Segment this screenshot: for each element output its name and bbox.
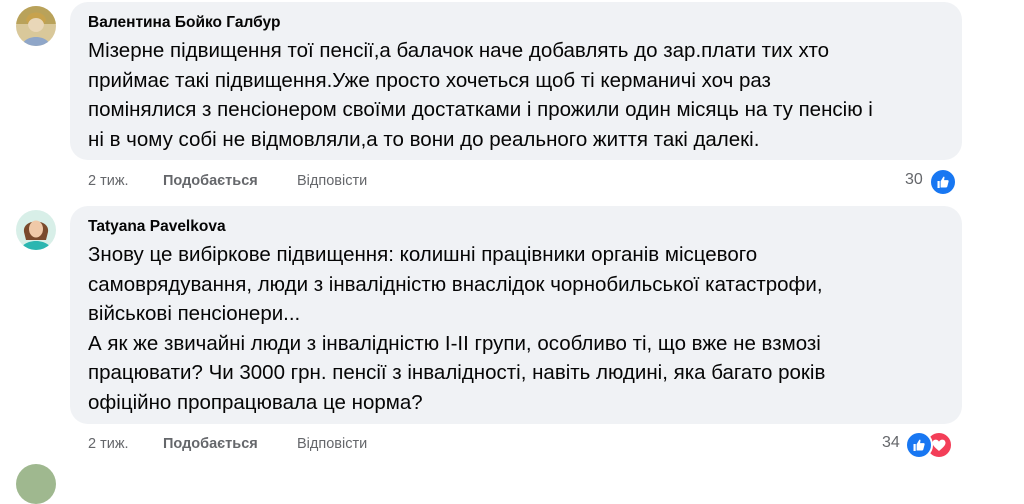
like-reaction-icon [905,431,933,459]
comment-author[interactable]: Валентина Бойко Галбур [88,14,280,32]
like-button[interactable]: Подобається [163,173,258,189]
avatar[interactable] [16,6,56,46]
comment-text: Знову це вибіркове підвищення: колишні п… [88,243,826,414]
comment-text: Мізерне підвищення тої пенсії,а балачок … [88,39,873,151]
reaction-count: 30 [905,171,923,188]
reaction-summary[interactable]: 30 [900,168,960,196]
reply-button[interactable]: Відповісти [297,436,367,452]
avatar[interactable] [16,464,56,504]
reply-button[interactable]: Відповісти [297,173,367,189]
avatar-image [16,6,56,46]
avatar[interactable] [16,210,56,250]
reaction-summary[interactable]: 34 [880,431,960,459]
comment-author[interactable]: Tatyana Pavelkova [88,218,226,236]
like-button[interactable]: Подобається [163,436,258,452]
reaction-count: 34 [882,434,900,451]
like-reaction-icon [929,168,957,196]
comment-time[interactable]: 2 тиж. [88,436,129,452]
comment-time[interactable]: 2 тиж. [88,173,129,189]
avatar-image [16,464,56,504]
avatar-image [16,210,56,250]
